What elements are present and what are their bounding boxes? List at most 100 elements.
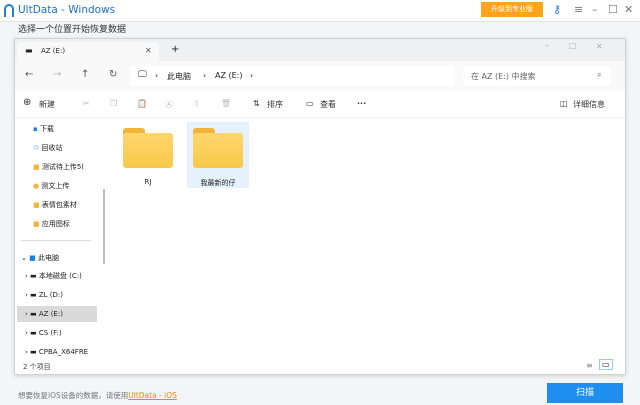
new-icon: ⊕ bbox=[23, 97, 32, 108]
nav-item-drive-e[interactable]: › ▬ AZ (E:) bbox=[17, 306, 97, 322]
recycle-bin-icon: ♲ bbox=[33, 144, 40, 152]
nav-item-folder[interactable]: ■ 测试待上传5(📌 bbox=[33, 159, 99, 175]
ultdata-logo-icon bbox=[4, 4, 14, 17]
tab-az-e[interactable]: ▬ AZ (E:) ✕ bbox=[17, 42, 159, 61]
download-icon: ▪ bbox=[33, 125, 38, 133]
chevron-right-icon[interactable]: › bbox=[25, 329, 28, 337]
footer-text: 想要恢复iOS设备的数据，请使用 bbox=[18, 391, 129, 400]
tiles-view-icon[interactable]: ▭ bbox=[599, 359, 613, 370]
address-bar[interactable]: 🖵 › 此电脑 › AZ (E:) › bbox=[130, 66, 455, 86]
search-icon: ⌕ bbox=[597, 70, 602, 79]
nav-label: 测文上传 bbox=[41, 182, 70, 190]
nav-item-folder[interactable]: ■ 应用图标📌 bbox=[33, 216, 99, 232]
nav-scrollbar[interactable] bbox=[103, 189, 105, 264]
menu-icon[interactable]: ≡ bbox=[574, 3, 583, 16]
nav-label: 应用图标 bbox=[41, 220, 70, 228]
folder-icon: ■ bbox=[33, 201, 40, 209]
details-icon: ◫ bbox=[560, 99, 568, 108]
navigation-pane: ▪ 下载📌 ♲ 回收站📌 ■ 测试待上传5(📌 ● 测文上传📌 ■ 表情包素材📌… bbox=[15, 119, 99, 359]
computer-icon: 🖵 bbox=[138, 70, 147, 80]
paste-icon[interactable]: 📋 bbox=[137, 99, 147, 108]
drive-icon: ▬ bbox=[25, 46, 33, 55]
nav-label: 表情包素材 bbox=[41, 201, 77, 209]
breadcrumb-this-pc[interactable]: 此电脑 bbox=[167, 71, 191, 82]
chevron-icon: › bbox=[155, 71, 159, 80]
command-bar: ⊕ 新建 ✂ ❐ 📋 Ⓐ ⇪ 🗑 ⇅ 排序 ▭ 查看 ··· ◫ 详细信息 bbox=[15, 92, 625, 118]
emoji-folder-icon: ● bbox=[33, 182, 40, 190]
footer-hint: 想要恢复iOS设备的数据，请使用UltData - iOS bbox=[18, 390, 177, 401]
nav-item-this-pc[interactable]: ⌄ ■ 此电脑 bbox=[21, 250, 99, 266]
cut-icon[interactable]: ✂ bbox=[83, 99, 90, 108]
background-hint: 选择一个位置开始恢复数据 bbox=[18, 25, 127, 35]
folder-icon bbox=[193, 128, 243, 168]
rename-icon[interactable]: Ⓐ bbox=[165, 99, 173, 110]
details-button[interactable]: 详细信息 bbox=[573, 99, 605, 110]
app-titlebar: UltData - Windows 升级到专业版 ⚷ ≡ – ☐ ✕ bbox=[0, 0, 640, 22]
nav-item-drive-d[interactable]: › ▬ ZL (D:) bbox=[25, 287, 99, 303]
win-close-icon[interactable]: ✕ bbox=[596, 42, 603, 51]
status-bar: 2 个项目 bbox=[23, 363, 51, 371]
sort-icon: ⇅ bbox=[253, 99, 260, 108]
folder-item[interactable]: RJ bbox=[117, 122, 179, 188]
nav-item-downloads[interactable]: ▪ 下载📌 bbox=[33, 121, 99, 137]
folder-name: RJ bbox=[144, 178, 152, 186]
delete-icon[interactable]: 🗑 bbox=[221, 99, 231, 108]
folder-icon bbox=[123, 128, 173, 168]
nav-label: CPBA_X64FRE bbox=[38, 348, 89, 356]
list-view-icon[interactable]: ≡ bbox=[586, 361, 593, 370]
nav-label: 本地磁盘 (C:) bbox=[38, 272, 82, 280]
computer-icon: ■ bbox=[29, 254, 36, 262]
win-minimize-icon[interactable]: – bbox=[545, 41, 549, 50]
folder-icon: ■ bbox=[33, 163, 40, 171]
nav-item-drive-f[interactable]: › ▬ CS (F:) bbox=[25, 325, 99, 341]
folder-item-selected[interactable]: 我最新的仔 bbox=[187, 122, 249, 188]
ultdata-ios-link[interactable]: UltData - iOS bbox=[128, 391, 177, 400]
breadcrumb-drive[interactable]: AZ (E:) bbox=[215, 71, 243, 80]
nav-label: ZL (D:) bbox=[38, 291, 64, 299]
new-button[interactable]: 新建 bbox=[39, 99, 55, 110]
chevron-down-icon[interactable]: ⌄ bbox=[21, 254, 27, 262]
chevron-right-icon[interactable]: › bbox=[25, 291, 28, 299]
tab-label: AZ (E:) bbox=[41, 47, 66, 55]
chevron-right-icon[interactable]: › bbox=[25, 310, 28, 318]
nav-item-folder[interactable]: ● 测文上传📌 bbox=[33, 178, 99, 194]
scan-button[interactable]: 扫描 bbox=[547, 383, 623, 403]
nav-label: 下载 bbox=[39, 125, 54, 133]
tab-bar: ▬ AZ (E:) ✕ + – ☐ ✕ bbox=[15, 39, 625, 61]
more-button[interactable]: ··· bbox=[357, 99, 366, 108]
chevron-right-icon[interactable]: › bbox=[25, 348, 28, 356]
up-icon[interactable]: ↑ bbox=[81, 69, 89, 80]
file-explorer-dialog: ▬ AZ (E:) ✕ + – ☐ ✕ ← → ↑ ↻ 🖵 › 此电脑 › AZ… bbox=[14, 38, 626, 375]
app-title: UltData - Windows bbox=[18, 4, 116, 16]
address-row: ← → ↑ ↻ 🖵 › 此电脑 › AZ (E:) › 在 AZ (E:) 中搜… bbox=[15, 61, 625, 91]
refresh-icon[interactable]: ↻ bbox=[109, 69, 117, 80]
tab-close-icon[interactable]: ✕ bbox=[145, 46, 152, 55]
sort-button[interactable]: 排序 bbox=[267, 99, 283, 110]
nav-label: 此电脑 bbox=[37, 254, 59, 262]
forward-icon[interactable]: → bbox=[53, 69, 61, 80]
chevron-right-icon[interactable]: › bbox=[25, 272, 28, 280]
nav-item-recycle-bin[interactable]: ♲ 回收站📌 bbox=[33, 140, 99, 156]
divider bbox=[21, 240, 91, 241]
win-maximize-icon[interactable]: ☐ bbox=[569, 42, 576, 51]
folder-name: 我最新的仔 bbox=[200, 179, 236, 187]
key-icon[interactable]: ⚷ bbox=[553, 3, 561, 16]
search-input[interactable]: 在 AZ (E:) 中搜索 ⌕ bbox=[463, 66, 611, 86]
back-icon[interactable]: ← bbox=[25, 69, 33, 80]
copy-icon[interactable]: ❐ bbox=[110, 99, 117, 108]
nav-item-folder[interactable]: ■ 表情包素材📌 bbox=[33, 197, 99, 213]
close-icon[interactable]: ✕ bbox=[624, 3, 633, 16]
nav-item-drive-cpba[interactable]: › ▬ CPBA_X64FRE bbox=[25, 344, 99, 360]
chevron-icon: › bbox=[250, 71, 254, 80]
view-button[interactable]: 查看 bbox=[320, 99, 336, 110]
search-placeholder: 在 AZ (E:) 中搜索 bbox=[471, 72, 536, 81]
nav-item-drive-c[interactable]: › ▬ 本地磁盘 (C:) bbox=[25, 268, 99, 284]
view-icon: ▭ bbox=[306, 99, 314, 108]
minimize-icon[interactable]: – bbox=[592, 3, 598, 16]
new-tab-button[interactable]: + bbox=[171, 44, 179, 55]
share-icon[interactable]: ⇪ bbox=[193, 99, 200, 108]
maximize-icon[interactable]: ☐ bbox=[608, 3, 618, 16]
nav-label: 测试待上传5( bbox=[41, 163, 85, 171]
upgrade-button[interactable]: 升级到专业版 bbox=[481, 2, 543, 17]
chevron-icon: › bbox=[203, 71, 207, 80]
